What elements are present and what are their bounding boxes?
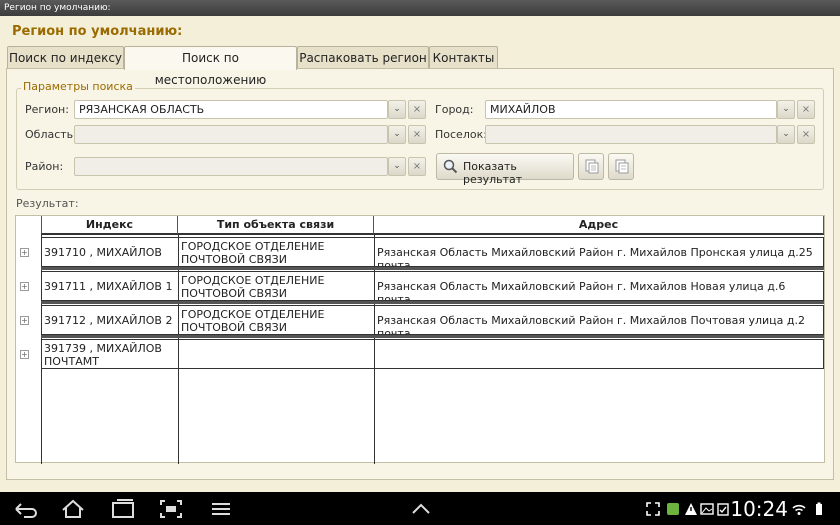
search-icon [443,159,458,174]
cell-type: ГОРОДСКОЕ ОТДЕЛЕНИЕ ПОЧТОВОЙ СВЯЗИ [178,271,375,301]
cell-address [374,339,824,369]
app-icon [667,503,679,515]
image-icon [700,503,714,515]
cell-address: Рязанская Область Михайловский Район г. … [374,305,824,335]
table-row[interactable]: + 391710 , МИХАЙЛОВ ГОРОДСКОЕ ОТДЕЛЕНИЕ … [16,237,824,267]
rayon-dropdown-button[interactable]: ⌄ [388,157,406,176]
show-result-button[interactable]: Показать результат [436,153,574,186]
page-heading: Регион по умолчанию: [12,24,183,39]
back-icon[interactable] [12,498,38,520]
cell-address: Рязанская Область Михайловский Район г. … [374,271,824,301]
recent-apps-icon[interactable] [110,498,136,520]
clipboard-icon [717,503,729,516]
cell-index: 391711 , МИХАЙЛОВ 1 [41,271,179,301]
city-field[interactable]: МИХАЙЛОВ [485,100,777,119]
region-clear-button[interactable]: × [408,100,426,119]
fullscreen-icon [646,502,660,516]
copy-button[interactable] [578,153,604,180]
table-row[interactable]: + 391739 , МИХАЙЛОВ ПОЧТАМТ [16,339,824,369]
expand-row-icon[interactable]: + [20,316,29,325]
settlement-clear-button[interactable]: × [797,125,815,144]
region-field[interactable]: РЯЗАНСКАЯ ОБЛАСТЬ [74,100,388,119]
city-dropdown-button[interactable]: ⌄ [777,100,795,119]
rayon-field[interactable] [74,157,388,176]
close-icon: × [412,161,422,172]
column-header-address[interactable]: Адрес [374,216,824,235]
oblast-field[interactable] [74,125,388,144]
system-navigation-bar: 10:24 [0,492,840,525]
cell-type: ГОРОДСКОЕ ОТДЕЛЕНИЕ ПОЧТОВОЙ СВЯЗИ [178,305,375,335]
result-label: Результат: [16,197,79,210]
chevron-down-icon: ⌄ [782,129,790,139]
result-table: Индекс Тип объекта связи Адрес + 391710 … [15,215,825,464]
expand-row-icon[interactable]: + [20,350,29,359]
column-header-index[interactable]: Индекс [41,216,178,235]
document-paste-icon [615,159,629,174]
settlement-label: Поселок: [435,128,487,141]
chevron-down-icon: ⌄ [393,161,401,171]
cell-index: 391712 , МИХАЙЛОВ 2 [41,305,179,335]
oblast-dropdown-button[interactable]: ⌄ [388,125,406,144]
rayon-clear-button[interactable]: × [408,157,426,176]
battery-icon [816,502,822,515]
city-clear-button[interactable]: × [797,100,815,119]
region-dropdown-button[interactable]: ⌄ [388,100,406,119]
warning-icon [685,503,697,515]
settlement-dropdown-button[interactable]: ⌄ [777,125,795,144]
search-params-title: Параметры поиска [21,80,135,93]
clock: 10:24 [730,497,788,521]
show-result-label: Показать результат [463,160,523,186]
city-value: МИХАЙЛОВ [490,103,556,116]
home-icon[interactable] [60,498,86,520]
column-header-type[interactable]: Тип объекта связи [178,216,374,235]
chevron-down-icon: ⌄ [782,104,790,114]
tab-contacts[interactable]: Контакты [429,46,498,69]
close-icon: × [801,104,811,115]
close-icon: × [801,129,811,140]
city-label: Город: [435,103,474,116]
up-arrow-icon[interactable] [408,498,434,520]
cell-address: Рязанская Область Михайловский Район г. … [374,237,824,267]
close-icon: × [412,129,422,140]
settlement-field[interactable] [485,125,777,144]
row-separator [41,267,824,270]
document-copy-icon [585,159,599,174]
cell-type [178,339,375,369]
region-value: РЯЗАНСКАЯ ОБЛАСТЬ [79,103,205,116]
close-icon: × [412,104,422,115]
tab-unpack-region[interactable]: Распаковать регион [297,46,429,69]
chevron-down-icon: ⌄ [393,129,401,139]
expand-row-icon[interactable]: + [20,282,29,291]
cell-index: 391739 , МИХАЙЛОВ ПОЧТАМТ [41,339,179,369]
cell-type: ГОРОДСКОЕ ОТДЕЛЕНИЕ ПОЧТОВОЙ СВЯЗИ [178,237,375,267]
app-window: Регион по умолчанию: Поиск по индексу По… [0,16,840,492]
chevron-down-icon: ⌄ [393,104,401,114]
tab-search-by-index[interactable]: Поиск по индексу [7,46,124,69]
wifi-icon [792,504,806,515]
paste-button[interactable] [608,153,634,180]
rayon-label: Район: [25,160,64,173]
menu-icon[interactable] [208,498,234,520]
window-title: Регион по умолчанию: [4,3,111,13]
region-label: Регион: [25,103,69,116]
cell-index: 391710 , МИХАЙЛОВ [41,237,179,267]
window-titlebar: Регион по умолчанию: [0,0,840,16]
row-separator [41,335,824,338]
row-separator [41,301,824,304]
table-row[interactable]: + 391712 , МИХАЙЛОВ 2 ГОРОДСКОЕ ОТДЕЛЕНИ… [16,305,824,335]
screenshot-icon[interactable] [158,498,184,520]
table-row[interactable]: + 391711 , МИХАЙЛОВ 1 ГОРОДСКОЕ ОТДЕЛЕНИ… [16,271,824,301]
oblast-label: Область: [25,128,77,141]
tab-search-by-location[interactable]: Поиск по местоположению [124,46,297,87]
expand-row-icon[interactable]: + [20,248,29,257]
oblast-clear-button[interactable]: × [408,125,426,144]
